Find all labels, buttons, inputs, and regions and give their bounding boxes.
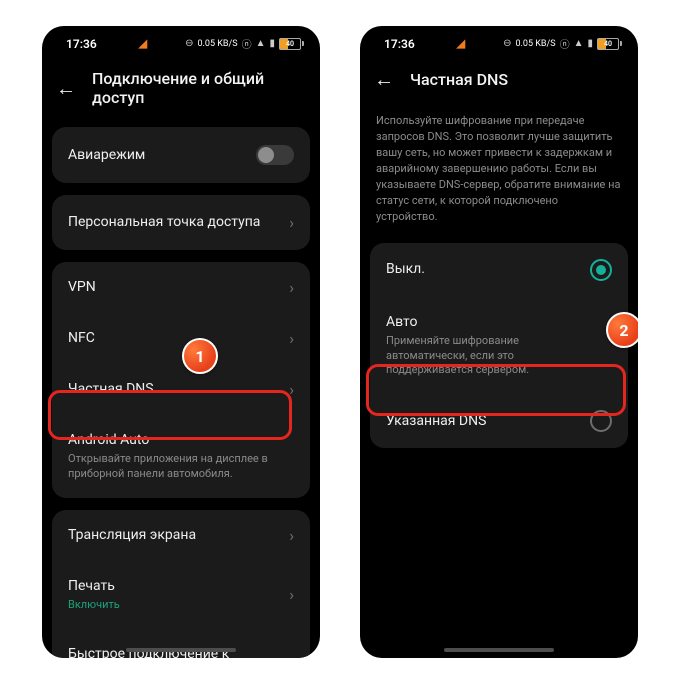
net-speed: 0.05 KB/S	[197, 39, 237, 49]
row-quick-connect[interactable]: Быстрое подключение к устройствам Исполь…	[52, 629, 310, 658]
radio-off[interactable]	[590, 259, 612, 281]
screen-header: ← Частная DNS	[360, 55, 638, 109]
back-icon[interactable]: ←	[56, 78, 76, 98]
nfc-icon: ⓝ	[242, 36, 252, 51]
status-bar: 17:36 ◢ ⊖ 0.05 KB/S ⓝ ▲ ▮ 40	[42, 26, 320, 55]
phone-screenshot-2: 17:36 ◢ ⊖ 0.05 KB/S ⓝ ▲ ▮ 40 ← Частная D…	[360, 26, 638, 658]
chevron-right-icon: ›	[289, 585, 294, 604]
page-title: Подключение и общий доступ	[92, 69, 306, 107]
chevron-right-icon: ›	[289, 278, 294, 297]
signal-icon: ▮	[269, 38, 275, 49]
back-icon[interactable]: ←	[374, 69, 394, 89]
nav-pill[interactable]	[444, 648, 554, 652]
screen-header: ← Подключение и общий доступ	[42, 55, 320, 127]
phone-screenshot-1: 17:36 ◢ ⊖ 0.05 KB/S ⓝ ▲ ▮ 40 ← Подключен…	[42, 26, 320, 658]
wifi-icon: ▲	[574, 38, 584, 49]
row-dns-specified[interactable]: Указанная DNS	[370, 394, 628, 448]
battery-indicator: 40	[597, 38, 622, 50]
chevron-right-icon: ›	[289, 526, 294, 545]
dnd-icon: ⊖	[185, 38, 193, 49]
row-dns-auto[interactable]: Авто Применяйте шифрование автоматически…	[370, 297, 628, 395]
dns-options: Выкл. Авто Применяйте шифрование автомат…	[360, 243, 638, 658]
page-title: Частная DNS	[410, 70, 508, 89]
settings-list[interactable]: Авиарежим Персональная точка доступа › V…	[42, 127, 320, 658]
row-hotspot[interactable]: Персональная точка доступа ›	[52, 195, 310, 250]
nav-pill[interactable]	[126, 648, 236, 652]
status-right: ⊖ 0.05 KB/S ⓝ ▲ ▮ 40	[185, 36, 304, 51]
toggle-airplane[interactable]	[256, 145, 294, 165]
row-cast[interactable]: Трансляция экрана ›	[52, 510, 310, 561]
row-dns-off[interactable]: Выкл.	[370, 243, 628, 297]
chevron-right-icon: ›	[289, 213, 294, 232]
status-orange-icon: ◢	[139, 37, 147, 50]
battery-indicator: 40	[279, 38, 304, 50]
net-speed: 0.05 KB/S	[515, 39, 555, 49]
row-airplane[interactable]: Авиарежим	[52, 127, 310, 183]
dnd-icon: ⊖	[503, 38, 511, 49]
row-nfc[interactable]: NFC ›	[52, 313, 310, 364]
dns-description: Используйте шифрование при передаче запр…	[360, 109, 638, 243]
radio-specified[interactable]	[590, 410, 612, 432]
status-bar: 17:36 ◢ ⊖ 0.05 KB/S ⓝ ▲ ▮ 40	[360, 26, 638, 55]
signal-icon: ▮	[587, 38, 593, 49]
chevron-right-icon: ›	[289, 380, 294, 399]
row-print[interactable]: Печать Включить ›	[52, 561, 310, 629]
status-right: ⊖ 0.05 KB/S ⓝ ▲ ▮ 40	[503, 36, 622, 51]
status-orange-icon: ◢	[457, 37, 465, 50]
row-private-dns[interactable]: Частная DNS ›	[52, 364, 310, 415]
chevron-right-icon: ›	[289, 329, 294, 348]
row-vpn[interactable]: VPN ›	[52, 262, 310, 313]
status-time: 17:36	[66, 37, 97, 51]
status-time: 17:36	[384, 37, 415, 51]
nfc-icon: ⓝ	[560, 36, 570, 51]
wifi-icon: ▲	[256, 38, 266, 49]
row-android-auto[interactable]: Android Auto Открывайте приложения на ди…	[52, 415, 310, 498]
